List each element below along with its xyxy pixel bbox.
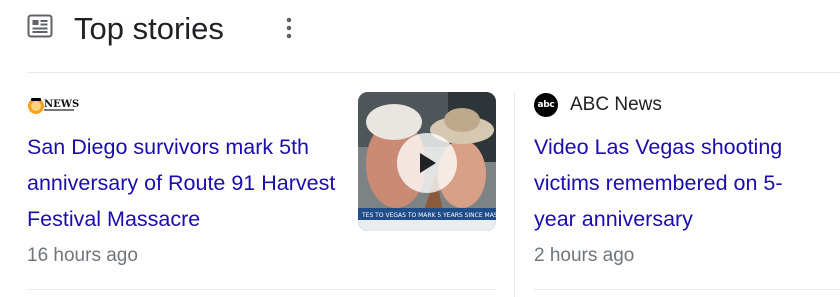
abc-logo: abc — [534, 93, 558, 117]
story-headline[interactable]: Video Las Vegas shooting victims remembe… — [534, 129, 824, 237]
card-divider — [534, 289, 840, 290]
column-divider — [514, 92, 515, 297]
10news-logo: NEWS — [28, 98, 79, 114]
play-button[interactable] — [397, 133, 457, 193]
svg-text:NEWS: NEWS — [44, 99, 79, 110]
story-thumbnail[interactable]: TES TO VEGAS TO MARK 5 YEARS SINCE MASSA… — [358, 92, 496, 231]
play-icon — [420, 153, 436, 173]
source-name: ABC News — [570, 94, 662, 115]
story-source: abc ABC News — [534, 93, 662, 117]
story-card[interactable]: abc ABC News Video Las Vegas shooting vi… — [534, 73, 840, 297]
story-timestamp: 2 hours ago — [534, 245, 635, 266]
story-headline[interactable]: San Diego survivors mark 5th anniversary… — [27, 129, 337, 237]
story-timestamp: 16 hours ago — [27, 245, 138, 266]
section-title: Top stories — [74, 11, 224, 46]
news-icon — [27, 14, 53, 38]
svg-text:TES TO VEGAS TO MARK 5 YEARS S: TES TO VEGAS TO MARK 5 YEARS SINCE MASSA… — [361, 212, 496, 219]
more-vert-icon[interactable] — [280, 14, 298, 42]
card-divider — [27, 289, 496, 290]
top-stories-header: Top stories — [0, 0, 840, 72]
story-card[interactable]: NEWS San Diego survivors mark 5th annive… — [27, 73, 496, 297]
story-source: NEWS — [27, 93, 83, 117]
